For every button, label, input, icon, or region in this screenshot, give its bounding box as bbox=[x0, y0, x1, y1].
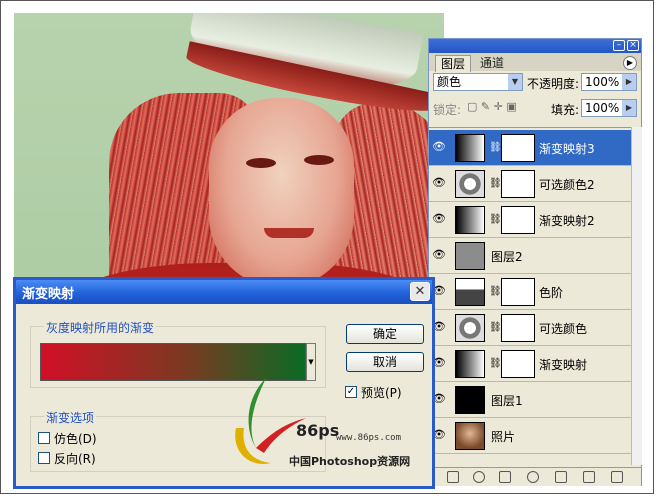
layer-row[interactable]: 👁 图层2 bbox=[429, 238, 631, 274]
close-button[interactable]: × bbox=[627, 40, 639, 51]
panel-menu-button[interactable]: ▶ bbox=[623, 56, 637, 70]
eye-left bbox=[246, 158, 276, 168]
layer-mask-thumbnail[interactable] bbox=[501, 170, 535, 198]
layer-style-icon[interactable] bbox=[473, 471, 485, 483]
dither-label: 仿色(D) bbox=[54, 432, 97, 446]
link-icon[interactable]: ⛓ bbox=[489, 178, 502, 189]
layer-thumbnail bbox=[455, 386, 485, 414]
layer-mask-thumbnail[interactable] bbox=[501, 134, 535, 162]
link-icon[interactable]: ⛓ bbox=[489, 358, 502, 369]
fill-input[interactable]: 100% ▶ bbox=[581, 99, 637, 117]
visibility-eye-icon[interactable]: 👁 bbox=[431, 212, 447, 226]
watermark-site-name: 中国Photoshop资源网 bbox=[289, 455, 411, 468]
trash-icon[interactable] bbox=[611, 471, 623, 483]
layer-thumbnail bbox=[455, 134, 485, 162]
visibility-eye-icon[interactable]: 👁 bbox=[431, 140, 447, 154]
blend-mode-select[interactable]: 颜色 ▼ bbox=[433, 73, 523, 91]
layer-name: 照片 bbox=[491, 430, 516, 444]
visibility-eye-icon[interactable]: 👁 bbox=[431, 176, 447, 190]
chevron-down-icon: ▼ bbox=[508, 74, 522, 90]
layer-row[interactable]: 👁 图层1 bbox=[429, 382, 631, 418]
new-layer-icon[interactable] bbox=[583, 471, 595, 483]
layer-name: 渐变映射 bbox=[539, 358, 588, 372]
link-icon[interactable]: ⛓ bbox=[489, 214, 502, 225]
layers-footer bbox=[429, 467, 641, 486]
ok-button[interactable]: 确定 bbox=[346, 324, 424, 344]
chevron-right-icon: ▶ bbox=[622, 100, 636, 116]
layers-panel: – × 图层 通道 ▶ 颜色 ▼ 不透明度: 100% ▶ 锁定: ▢ ✎ ✛ … bbox=[428, 38, 642, 486]
blend-mode-value: 颜色 bbox=[437, 75, 462, 89]
reverse-label: 反向(R) bbox=[54, 452, 96, 466]
layer-row[interactable]: 👁 ⛓ 可选颜色 bbox=[429, 310, 631, 346]
fill-value: 100% bbox=[585, 101, 620, 115]
photoshop-workspace: – × 图层 通道 ▶ 颜色 ▼ 不透明度: 100% ▶ 锁定: ▢ ✎ ✛ … bbox=[0, 0, 654, 494]
link-icon[interactable]: ⛓ bbox=[489, 142, 502, 153]
watermark: 86ps www.86ps.com 中国Photoshop资源网 bbox=[226, 373, 456, 483]
layer-thumbnail bbox=[455, 206, 485, 234]
layer-thumbnail bbox=[455, 170, 485, 198]
tab-layers[interactable]: 图层 bbox=[435, 55, 472, 72]
layer-name: 图层2 bbox=[491, 250, 523, 264]
layer-mask-thumbnail[interactable] bbox=[501, 350, 535, 378]
opacity-value: 100% bbox=[585, 75, 620, 89]
add-mask-icon[interactable] bbox=[499, 471, 511, 483]
layer-mask-thumbnail[interactable] bbox=[501, 206, 535, 234]
layer-name: 色阶 bbox=[539, 286, 564, 300]
layer-row[interactable]: 👁 ⛓ 色阶 bbox=[429, 274, 631, 310]
layer-thumbnail bbox=[455, 422, 485, 450]
opacity-label: 不透明度: bbox=[527, 77, 580, 91]
layer-mask-thumbnail[interactable] bbox=[501, 278, 535, 306]
tab-channels[interactable]: 通道 bbox=[475, 55, 509, 71]
eye-right bbox=[304, 155, 334, 165]
layer-name: 渐变映射3 bbox=[539, 142, 595, 156]
layer-thumbnail bbox=[455, 314, 485, 342]
chevron-right-icon: ▶ bbox=[622, 74, 636, 90]
close-button[interactable]: ✕ bbox=[410, 282, 430, 301]
layer-row[interactable]: 👁 ⛓ 可选颜色2 bbox=[429, 166, 631, 202]
watermark-logo-text: 86ps bbox=[296, 421, 340, 440]
adjustment-layer-icon[interactable] bbox=[527, 471, 539, 483]
minimize-button[interactable]: – bbox=[613, 40, 625, 51]
layer-row[interactable]: 👁 ⛓ 渐变映射 bbox=[429, 346, 631, 382]
link-icon[interactable]: ⛓ bbox=[489, 322, 502, 333]
layers-panel-titlebar[interactable]: – × bbox=[429, 39, 641, 53]
layer-thumbnail bbox=[455, 278, 485, 306]
dialog-titlebar[interactable]: 渐变映射 ✕ bbox=[16, 280, 432, 304]
options-group-label: 渐变选项 bbox=[44, 409, 97, 426]
layer-mask-thumbnail[interactable] bbox=[501, 314, 535, 342]
visibility-eye-icon[interactable]: 👁 bbox=[431, 248, 447, 262]
layer-thumbnail bbox=[455, 350, 485, 378]
face bbox=[209, 98, 354, 288]
layer-row[interactable]: 👁 ⛓ 渐变映射3 bbox=[429, 130, 631, 166]
new-group-icon[interactable] bbox=[555, 471, 567, 483]
layer-name: 渐变映射2 bbox=[539, 214, 595, 228]
layer-name: 可选颜色2 bbox=[539, 178, 595, 192]
panel-tabs: 图层 通道 ▶ bbox=[429, 53, 641, 72]
lock-label: 锁定: bbox=[433, 103, 462, 117]
layer-thumbnail bbox=[455, 242, 485, 270]
layers-scrollbar[interactable] bbox=[631, 127, 642, 465]
cancel-button[interactable]: 取消 bbox=[346, 352, 424, 372]
watermark-url: www.86ps.com bbox=[336, 433, 402, 443]
gradient-group-label: 灰度映射所用的渐变 bbox=[44, 319, 157, 336]
reverse-checkbox[interactable] bbox=[38, 452, 50, 464]
layer-name: 可选颜色 bbox=[539, 322, 588, 336]
fill-label: 填充: bbox=[551, 103, 580, 117]
dither-checkbox[interactable] bbox=[38, 432, 50, 444]
opacity-input[interactable]: 100% ▶ bbox=[581, 73, 637, 91]
layer-row[interactable]: 👁 ⛓ 渐变映射2 bbox=[429, 202, 631, 238]
link-icon[interactable]: ⛓ bbox=[489, 286, 502, 297]
layer-row[interactable]: 👁 照片 bbox=[429, 418, 631, 454]
layer-list: 👁 ⛓ 渐变映射3 👁 ⛓ 可选颜色2 👁 ⛓ 渐变映射2 👁 图层2 👁 ⛓ 色阶 👁 ⛓ 可选颜色 👁 ⛓ 渐变映… bbox=[429, 127, 631, 466]
layer-name: 图层1 bbox=[491, 394, 523, 408]
lock-icons[interactable]: ▢ ✎ ✛ ▣ bbox=[467, 100, 517, 113]
dialog-title: 渐变映射 bbox=[22, 287, 75, 302]
mouth bbox=[264, 228, 314, 238]
